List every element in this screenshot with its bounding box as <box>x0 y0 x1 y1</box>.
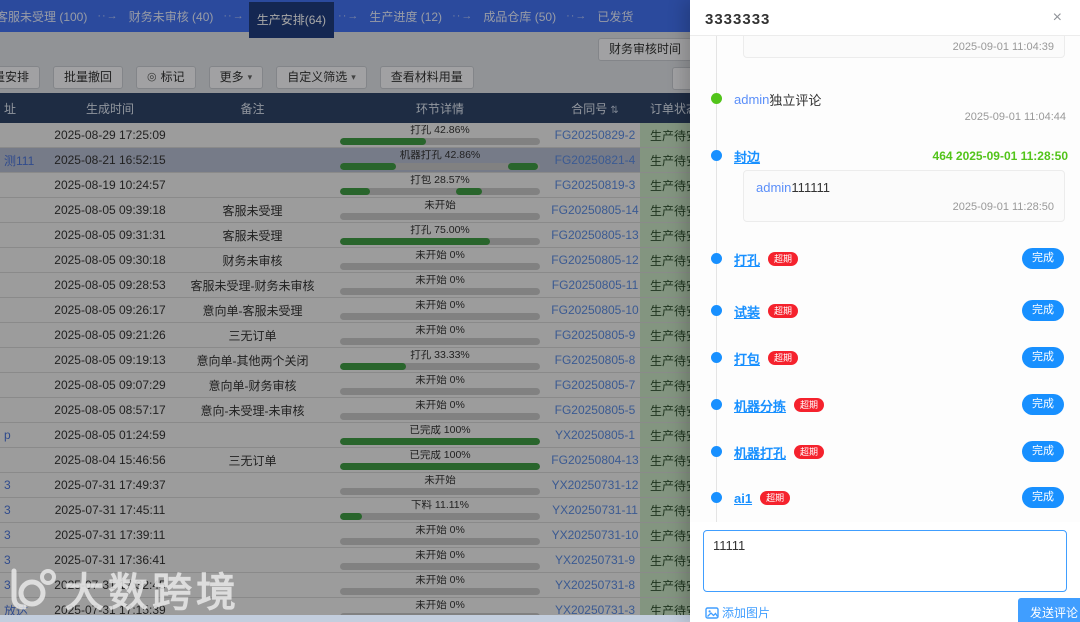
timeline-dot <box>711 150 722 161</box>
overdue-badge: 超期 <box>794 445 825 459</box>
comment-timestamp: 2025-09-01 11:28:50 <box>952 201 1054 213</box>
drawer-title: 3333333 <box>705 11 771 28</box>
step-link[interactable]: 打孔 <box>734 250 760 269</box>
comment-text: 独立评论 <box>769 92 822 108</box>
overdue-badge: 超期 <box>768 304 799 318</box>
overdue-badge: 超期 <box>768 351 799 365</box>
step-link[interactable]: 打包 <box>734 349 760 368</box>
comment-author: admin <box>756 180 792 195</box>
complete-button[interactable]: 完成 <box>1022 394 1064 415</box>
timeline-dot <box>711 253 722 264</box>
step-comment-box: admin111111 2025-09-01 11:28:50 <box>743 170 1065 222</box>
complete-button[interactable]: 完成 <box>1022 347 1064 368</box>
watermark-text: 大数跨境 <box>64 571 240 615</box>
modal-dim-overlay <box>0 0 690 622</box>
timeline-dot <box>711 399 722 410</box>
drawer-header: 3333333 × <box>690 0 1080 36</box>
step-link[interactable]: 机器分拣 <box>734 396 786 415</box>
timeline-dot <box>711 93 722 104</box>
comment-input[interactable] <box>703 530 1067 592</box>
complete-button[interactable]: 完成 <box>1022 248 1064 269</box>
step-link[interactable]: 机器打孔 <box>734 443 786 462</box>
step-row: 机器打孔 超期 <box>734 443 1068 462</box>
step-row: 试装 超期 <box>734 302 1068 321</box>
independent-comment-row: admin 独立评论 <box>734 91 1068 108</box>
detail-drawer: 3333333 × 2025-09-01 11:04:39 admin 独立评论 2… <box>690 0 1080 622</box>
send-comment-button[interactable]: 发送评论 <box>1017 598 1080 622</box>
partial-comment-box: 2025-09-01 11:04:39 <box>743 36 1065 58</box>
comment-timestamp: 2025-09-01 11:04:44 <box>964 111 1066 123</box>
timeline-scroll-area[interactable]: 2025-09-01 11:04:39 admin 独立评论 2025-09-01 … <box>690 36 1080 522</box>
step-link[interactable]: ai1 <box>734 491 752 506</box>
comment-composer: 添加图片 发送评论 <box>690 522 1080 622</box>
complete-button[interactable]: 完成 <box>1022 487 1064 508</box>
close-icon[interactable]: × <box>1053 10 1062 26</box>
watermark: 大数跨境 <box>4 560 240 618</box>
step-row: 机器分拣 超期 <box>734 396 1068 415</box>
step-row: 打包 超期 <box>734 349 1068 368</box>
overdue-badge: 超期 <box>794 398 825 412</box>
step-row: 打孔 超期 <box>734 250 1068 269</box>
overdue-badge: 超期 <box>760 491 791 505</box>
step-link[interactable]: 封边 <box>734 147 760 166</box>
timeline-dot <box>711 305 722 316</box>
step-complete-info: 464 2025-09-01 11:28:50 <box>932 149 1068 163</box>
timeline-dot <box>711 352 722 363</box>
watermark-logo-icon <box>11 568 56 610</box>
comment-text: 111111 <box>791 180 830 195</box>
step-row: ai1 超期 <box>734 490 1068 506</box>
timeline-dot <box>711 446 722 457</box>
comment-author: admin <box>734 91 770 107</box>
step-link[interactable]: 试装 <box>734 302 760 321</box>
complete-button[interactable]: 完成 <box>1022 441 1064 462</box>
comment-timestamp: 2025-09-01 11:04:39 <box>952 41 1054 53</box>
timeline-dot <box>711 492 722 503</box>
overdue-badge: 超期 <box>768 252 799 266</box>
image-icon <box>705 606 719 619</box>
screen: 客服未受理 (100) ··→ 财务未审核 (40) ··→ 生产安排(64) ··→ 生产… <box>0 0 1080 622</box>
add-image-link[interactable]: 添加图片 <box>705 604 770 621</box>
complete-button[interactable]: 完成 <box>1022 300 1064 321</box>
